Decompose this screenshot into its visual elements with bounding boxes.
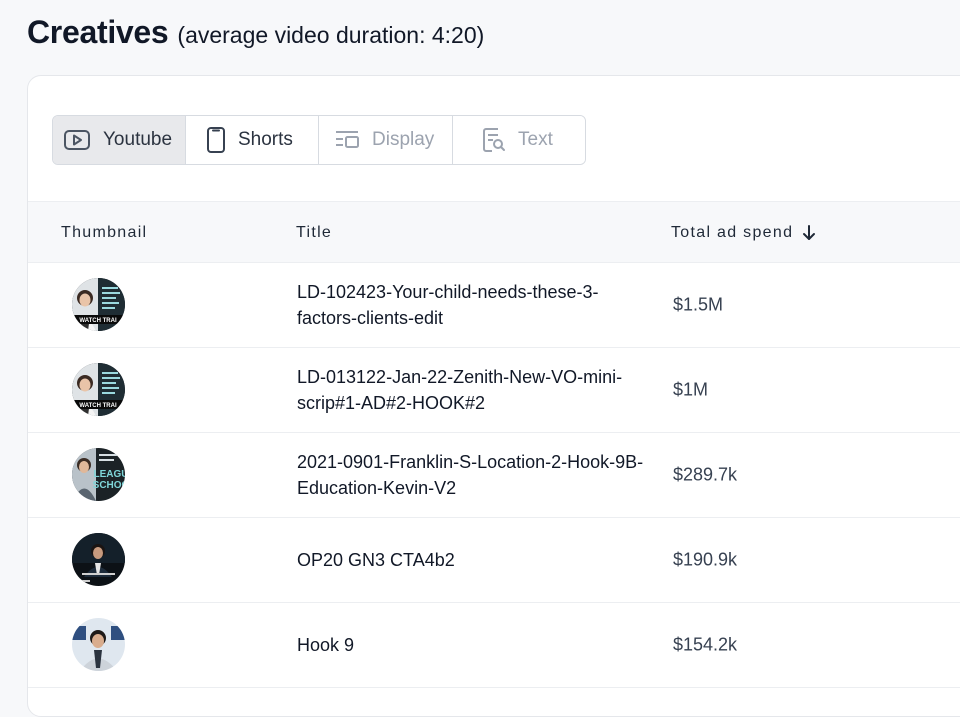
tab-shorts-label: Shorts bbox=[238, 129, 293, 150]
arrow-down-icon bbox=[801, 224, 817, 242]
tab-text[interactable]: Text bbox=[453, 116, 585, 164]
total-ad-spend-value: $1.5M bbox=[673, 294, 724, 314]
column-header-thumbnail: Thumbnail bbox=[61, 224, 147, 242]
creative-title[interactable]: 2021-0901-Franklin-S-Location-2-Hook-9B-… bbox=[297, 449, 657, 501]
video-thumbnail[interactable] bbox=[72, 533, 125, 586]
creative-title[interactable]: OP20 GN3 CTA4b2 bbox=[297, 547, 657, 573]
page-heading: Creatives (average video duration: 4:20) bbox=[27, 14, 484, 51]
creative-title[interactable]: LD-013122-Jan-22-Zenith-New-VO-mini-scri… bbox=[297, 364, 657, 416]
column-header-total-ad-spend[interactable]: Total ad spend bbox=[671, 224, 817, 242]
table-row[interactable]: OP20 GN3 CTA4b2 $190.9k bbox=[28, 517, 960, 603]
total-ad-spend-value: $1M bbox=[673, 379, 709, 399]
table-row[interactable]: WATCH TRAI LD-102423-Your-child-needs-th… bbox=[28, 262, 960, 348]
table-row[interactable]: LEAGU SCHOO 2021-0901-Franklin-S-Locatio… bbox=[28, 432, 960, 518]
tab-youtube[interactable]: Youtube bbox=[53, 116, 186, 164]
video-thumbnail[interactable]: WATCH TRAI bbox=[72, 278, 125, 331]
tab-shorts[interactable]: Shorts bbox=[186, 116, 319, 164]
creative-title[interactable]: LD-102423-Your-child-needs-these-3-facto… bbox=[297, 279, 657, 331]
thumbnail-caption: WATCH TRAI bbox=[79, 318, 117, 324]
tab-youtube-label: Youtube bbox=[103, 129, 173, 150]
table-row[interactable]: WATCH TRAI LD-013122-Jan-22-Zenith-New-V… bbox=[28, 347, 960, 433]
table-header: Thumbnail Title Total ad spend bbox=[28, 201, 960, 263]
phone-icon bbox=[206, 126, 226, 154]
video-thumbnail[interactable]: LEAGU SCHOO bbox=[72, 448, 125, 501]
average-duration-note: (average video duration: 4:20) bbox=[177, 22, 485, 48]
total-ad-spend-value: $154.2k bbox=[673, 634, 738, 654]
column-header-spend-label: Total ad spend bbox=[671, 224, 794, 241]
youtube-play-icon bbox=[63, 129, 91, 151]
thumbnail-caption: LEAGU bbox=[94, 469, 126, 480]
video-thumbnail[interactable]: WATCH TRAI bbox=[72, 363, 125, 416]
tab-display[interactable]: Display bbox=[319, 116, 453, 164]
text-search-icon bbox=[482, 127, 506, 153]
table-row[interactable]: Hook 9 $154.2k bbox=[28, 602, 960, 688]
total-ad-spend-value: $289.7k bbox=[673, 464, 738, 484]
creative-title[interactable]: Hook 9 bbox=[297, 632, 657, 658]
video-thumbnail[interactable] bbox=[72, 618, 125, 671]
tab-text-label: Text bbox=[518, 129, 553, 150]
total-ad-spend-value: $190.9k bbox=[673, 549, 738, 569]
tab-display-label: Display bbox=[372, 129, 435, 150]
creatives-card: Youtube Shorts Display Text Thumbnail Ti… bbox=[27, 75, 960, 717]
column-header-thumbnail-label: Thumbnail bbox=[61, 224, 148, 241]
thumbnail-caption: SCHOO bbox=[93, 480, 125, 491]
thumbnail-caption: WATCH TRAI bbox=[79, 403, 117, 409]
column-header-title[interactable]: Title bbox=[296, 224, 332, 242]
column-header-title-label: Title bbox=[296, 224, 333, 241]
display-layout-icon bbox=[334, 129, 360, 151]
page-title: Creatives bbox=[27, 14, 169, 50]
creative-type-tabs: Youtube Shorts Display Text bbox=[52, 115, 586, 165]
